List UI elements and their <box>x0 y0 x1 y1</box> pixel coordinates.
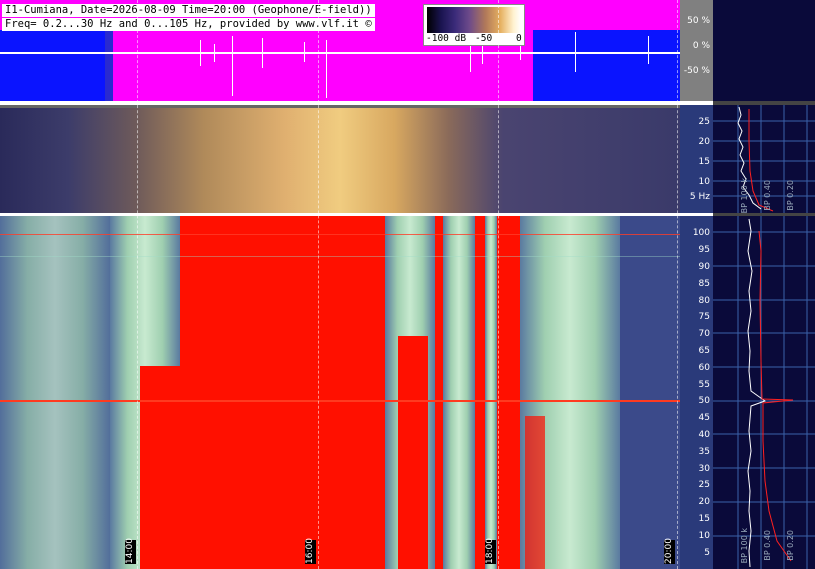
frequency-tick: 60 <box>698 363 710 373</box>
frequency-tick: 25 <box>698 117 710 127</box>
colorbar: -100 dB -50 0 <box>423 4 525 46</box>
spectrogram-high-band <box>0 216 680 569</box>
amplitude-scale: 50 % 0 % -50 % <box>680 0 713 101</box>
fifty-hz-line <box>0 400 680 402</box>
bp-label: BP 0.40 <box>763 530 772 561</box>
frequency-tick: 80 <box>698 296 710 306</box>
time-label: 16:00 <box>305 538 316 564</box>
frequency-tick: 45 <box>698 413 710 423</box>
frequency-tick: 50 <box>698 396 710 406</box>
frequency-tick: 5 <box>704 548 710 558</box>
frequency-tick: 15 <box>698 514 710 524</box>
bp-label: BP 0.40 <box>763 180 772 211</box>
frequency-tick: 40 <box>698 430 710 440</box>
frequency-tick: 95 <box>698 245 710 255</box>
time-label: 14:00 <box>125 538 136 564</box>
colorbar-gradient <box>427 7 521 33</box>
frequency-tick: 10 <box>698 177 710 187</box>
frequency-tick: 55 <box>698 380 710 390</box>
colorbar-min-label: -100 dB <box>426 33 467 44</box>
frequency-tick: 20 <box>698 497 710 507</box>
colorbar-mid-label: -50 <box>475 33 493 44</box>
frequency-tick: 5 Hz <box>689 192 710 202</box>
frequency-tick: 35 <box>698 447 710 457</box>
amplitude-tick: -50 % <box>683 66 710 76</box>
bp-label: BP 100 k <box>740 528 749 564</box>
saturated-region <box>180 216 385 569</box>
spectrogram-low-band <box>0 105 680 213</box>
waveform-blue-left <box>0 30 105 101</box>
bp-label: BP 0.20 <box>786 180 795 211</box>
colorbar-max-label: 0 <box>516 33 522 44</box>
time-label: 18:00 <box>485 538 496 564</box>
waveform-blue-right <box>533 30 680 101</box>
vlf-spectrogram-screen: I1-Cumiana, Date=2026-08-09 Time=20:00 (… <box>0 0 815 569</box>
frequency-tick: 10 <box>698 531 710 541</box>
frequency-tick: 30 <box>698 464 710 474</box>
amplitude-tick: 50 % <box>687 16 710 26</box>
time-label: 20:00 <box>664 538 675 564</box>
frequency-tick: 20 <box>698 137 710 147</box>
frequency-tick: 75 <box>698 312 710 322</box>
spectrum-profile-plot <box>713 105 815 569</box>
low-band-frequency-axis: 25 20 15 10 5 Hz <box>680 105 713 213</box>
amplitude-tick: 0 % <box>692 41 710 51</box>
frequency-tick: 85 <box>698 279 710 289</box>
high-band-frequency-axis: 100 95 90 85 80 75 70 65 60 55 50 45 40 … <box>680 216 713 569</box>
frequency-tick: 70 <box>698 329 710 339</box>
frequency-tick: 25 <box>698 480 710 490</box>
bp-label: BP 100 k <box>740 178 749 214</box>
bp-label: BP 0.20 <box>786 530 795 561</box>
frequency-tick: 15 <box>698 157 710 167</box>
frequency-tick: 65 <box>698 346 710 356</box>
frequency-tick: 90 <box>698 262 710 272</box>
frequency-tick: 100 <box>692 228 710 238</box>
waveform-trace <box>0 52 680 54</box>
